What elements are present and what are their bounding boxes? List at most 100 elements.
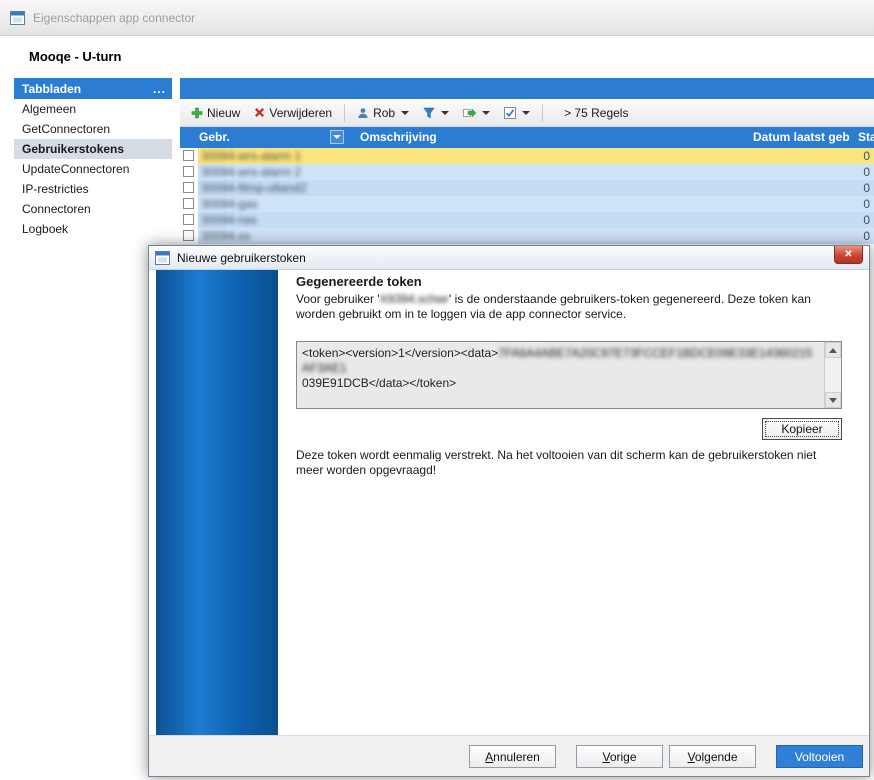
page-title: Mooqe - U-turn	[29, 49, 121, 64]
row-gebr-cell: 30094-wrs-alarm 2	[201, 165, 301, 179]
table-row[interactable]: 30094-gas 0	[180, 196, 874, 212]
next-button[interactable]: Volgende	[669, 745, 756, 768]
dialog-content: Gegenereerde token Voor gebruiker 'X9394…	[149, 270, 869, 776]
new-button[interactable]: Nieuw	[186, 104, 245, 122]
table-row[interactable]: 30094-rws 0	[180, 212, 874, 228]
row-checkbox[interactable]	[183, 150, 194, 161]
warning-text: Deze token wordt eenmalig verstrekt. Na …	[296, 448, 841, 478]
toolbar-separator	[542, 104, 543, 122]
sidebar-item-connectoren[interactable]: Connectoren	[14, 199, 172, 219]
sidebar-item-label: Gebruikerstokens	[22, 142, 124, 156]
row-body: 30094-xx 0	[198, 228, 874, 244]
sidebar-more-button[interactable]: ...	[153, 82, 166, 96]
row-gebr-cell: 30094-gas	[201, 197, 258, 211]
table-row[interactable]: 30094-wrs-alarm 2 0	[180, 164, 874, 180]
token-tail: 039E91DCB</data></token>	[302, 376, 819, 391]
row-count-label: > 75 Regels	[564, 106, 628, 120]
row-checkbox[interactable]	[183, 198, 194, 209]
select-columns-dropdown[interactable]	[499, 105, 535, 121]
sidebar-item-label: UpdateConnectoren	[22, 162, 129, 176]
dialog-app-icon	[155, 251, 170, 265]
content-header-strip	[180, 78, 874, 99]
scroll-down-button[interactable]	[825, 392, 841, 408]
previous-button[interactable]: Vorige	[576, 745, 663, 768]
token-scrollbar[interactable]	[824, 342, 841, 408]
dialog-title: Nieuwe gebruikerstoken	[177, 251, 306, 265]
window-title: Eigenschappen app connector	[33, 11, 195, 25]
row-status-cell: 0	[863, 149, 870, 163]
table-header: Gebr. Omschrijving Datum laatst geb Sta	[180, 127, 874, 148]
sidebar-item-algemeen[interactable]: Algemeen	[14, 99, 172, 119]
table-row[interactable]: 30094-xx 0	[180, 228, 874, 244]
export-arrow-icon	[463, 107, 476, 119]
copy-button[interactable]: Kopieer	[762, 418, 842, 440]
row-body: 30094-filmp-olland2 0	[198, 180, 874, 196]
row-checkbox[interactable]	[183, 182, 194, 193]
column-header-status[interactable]: Sta	[858, 130, 874, 144]
dialog-footer: Annuleren Vorige Volgende Voltooien	[149, 735, 869, 776]
user-filter-dropdown[interactable]: Rob	[352, 104, 414, 122]
new-button-label: Nieuw	[207, 106, 240, 120]
row-body: 30094-gas 0	[198, 196, 874, 212]
row-body: 30094-rws 0	[198, 212, 874, 228]
sidebar-item-logboek[interactable]: Logboek	[14, 219, 172, 239]
wizard-banner	[156, 270, 278, 737]
chevron-down-icon	[401, 111, 409, 115]
app-icon	[10, 11, 25, 25]
row-checkbox[interactable]	[183, 230, 194, 241]
dialog-heading: Gegenereerde token	[296, 274, 422, 289]
sidebar-header: Tabbladen ...	[14, 78, 172, 99]
chevron-down-icon	[482, 111, 490, 115]
chevron-down-icon	[333, 135, 341, 139]
toolbar: Nieuw Verwijderen Rob > 75 Regels	[180, 99, 874, 127]
row-status-cell: 0	[863, 197, 870, 211]
column-header-omschrijving[interactable]: Omschrijving	[360, 130, 437, 144]
export-dropdown[interactable]	[458, 105, 495, 121]
new-token-dialog: Nieuwe gebruikerstoken ✕ Gegenereerde to…	[148, 245, 870, 777]
row-status-cell: 0	[863, 165, 870, 179]
table-row[interactable]: 30094-filmp-olland2 0	[180, 180, 874, 196]
sidebar-item-label: Connectoren	[22, 202, 91, 216]
cancel-button[interactable]: Annuleren	[469, 745, 556, 768]
next-label: olgende	[695, 750, 738, 764]
sidebar-item-label: GetConnectoren	[22, 122, 110, 136]
sidebar-item-ip-restricties[interactable]: IP-restricties	[14, 179, 172, 199]
sidebar-header-label: Tabbladen	[22, 82, 81, 96]
scroll-up-button[interactable]	[825, 342, 841, 358]
chevron-down-icon	[441, 111, 449, 115]
filter-dropdown[interactable]	[418, 105, 454, 121]
row-checkbox[interactable]	[183, 166, 194, 177]
finish-button[interactable]: Voltooien	[776, 745, 863, 768]
arrow-up-icon	[829, 348, 837, 353]
row-gebr-cell: 30094-xx	[201, 229, 250, 243]
intro-prefix: Voor gebruiker '	[296, 292, 380, 306]
token-prefix: <token><version>1</version><data>	[302, 346, 498, 360]
row-checkbox[interactable]	[183, 214, 194, 225]
row-status-cell: 0	[863, 229, 870, 243]
token-textbox[interactable]: <token><version>1</version><data>7FA6A4A…	[296, 341, 842, 409]
sidebar: Tabbladen ... Algemeen GetConnectoren Ge…	[14, 78, 172, 239]
column-header-datum[interactable]: Datum laatst geb	[753, 130, 850, 144]
sidebar-item-updateconnectoren[interactable]: UpdateConnectoren	[14, 159, 172, 179]
column-header-gebr[interactable]: Gebr.	[199, 130, 230, 144]
sidebar-item-label: Algemeen	[22, 102, 76, 116]
cancel-accesskey: A	[485, 750, 493, 764]
checkbox-check-icon	[504, 107, 516, 119]
row-body: 30094-wrs-alarm 2 0	[198, 164, 874, 180]
close-button[interactable]: ✕	[834, 246, 863, 264]
table-row[interactable]: 30094-wrs-alarm 1 0	[180, 148, 874, 164]
close-icon: ✕	[844, 249, 852, 260]
sidebar-item-gebruikerstokens[interactable]: Gebruikerstokens	[14, 139, 172, 159]
row-status-cell: 0	[863, 181, 870, 195]
sidebar-item-getconnectoren[interactable]: GetConnectoren	[14, 119, 172, 139]
username-redacted: X9394.schwr	[380, 292, 449, 306]
intro-text: Voor gebruiker 'X9394.schwr' is de onder…	[296, 292, 841, 322]
delete-button[interactable]: Verwijderen	[249, 104, 337, 122]
cancel-label: nnuleren	[493, 750, 540, 764]
previous-label: orige	[610, 750, 637, 764]
column-filter-button[interactable]	[330, 130, 344, 144]
sidebar-item-label: Logboek	[22, 222, 68, 236]
plus-icon	[191, 107, 203, 119]
row-gebr-cell: 30094-wrs-alarm 1	[201, 149, 301, 163]
delete-x-icon	[254, 107, 265, 118]
